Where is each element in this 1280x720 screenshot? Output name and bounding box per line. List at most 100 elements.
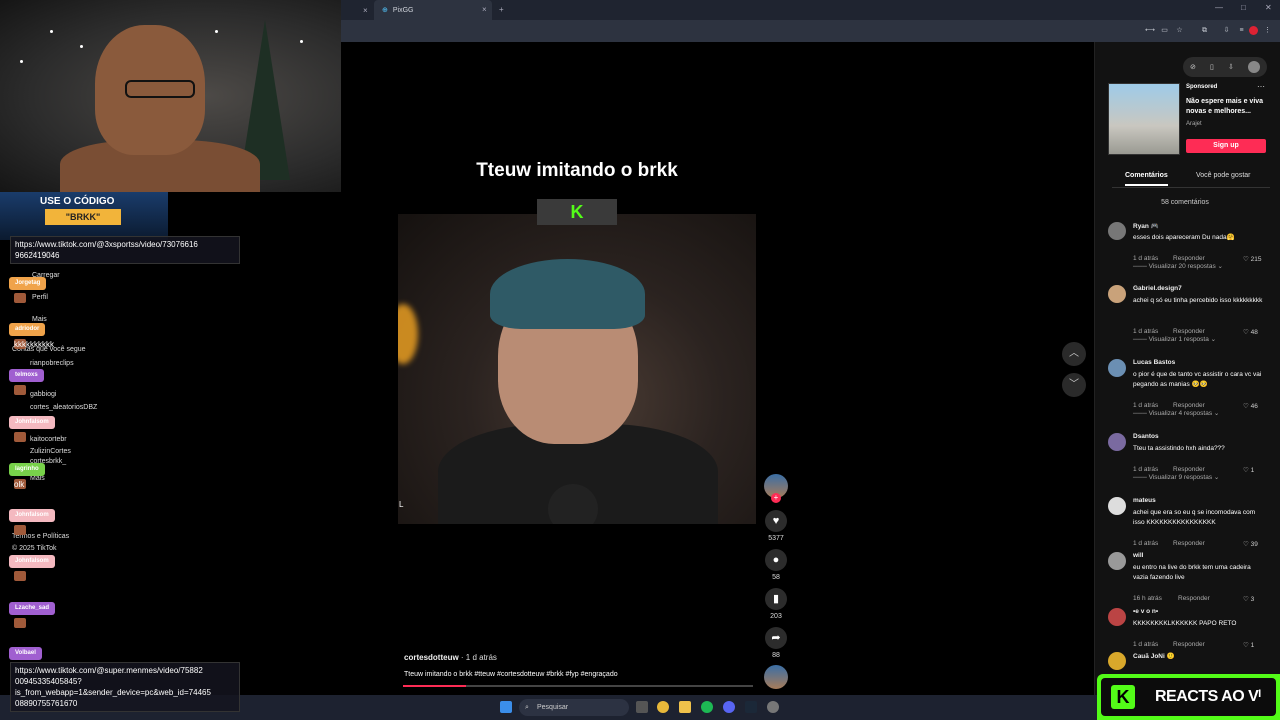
comment-username[interactable]: Lucas Bastos [1133,359,1175,366]
author-username[interactable]: cortesdotteuw [404,653,459,662]
left-menu-item[interactable]: cortes_aleatoriosDBZ [30,404,97,411]
cast-icon[interactable]: ▭ [1160,26,1169,35]
browser-tab-previous[interactable]: × [341,0,371,20]
comment-like[interactable]: ♡ 215 [1243,255,1262,263]
view-replies-button[interactable]: ─── Visualizar 9 respostas ⌄ [1133,473,1219,481]
steam-icon[interactable] [745,701,757,713]
reply-button[interactable]: Responder [1173,402,1205,409]
windows-start-icon[interactable] [500,701,512,713]
chrome-icon[interactable] [657,701,669,713]
ad-more-icon[interactable]: ⋯ [1257,82,1265,91]
music-disc[interactable] [764,665,788,689]
left-menu-item[interactable]: gabbiogi [30,391,56,398]
left-menu-item[interactable]: ZulizinCortes [30,448,71,455]
comment-action[interactable]: ● 58 [764,549,788,581]
task-view-icon[interactable] [636,701,648,713]
avatar[interactable] [1108,285,1126,303]
music-avatar[interactable] [764,665,788,689]
left-menu-item[interactable]: rianpobreclips [30,360,74,367]
next-video-button[interactable]: ﹀ [1062,373,1086,397]
share-arrow-icon[interactable]: ➦ [765,627,787,649]
reply-button[interactable]: Responder [1178,595,1210,602]
spotify-icon[interactable] [701,701,713,713]
follow-plus-icon[interactable]: + [771,493,781,503]
translate-icon[interactable]: ⟷ [1145,26,1155,35]
address-bar[interactable]: ⟷ ▭ ☆ ⧉ ⇩ ≡ ⋮ [341,20,1280,42]
menu-kebab-icon[interactable]: ⋮ [1263,26,1272,35]
left-menu-item[interactable]: Perfil [32,294,48,301]
avatar[interactable] [1108,608,1126,626]
comment-like[interactable]: ♡ 1 [1243,466,1254,474]
creator-avatar[interactable]: + [764,474,788,503]
close-tab-icon[interactable]: × [482,5,487,14]
comment-like[interactable]: ♡ 1 [1243,641,1254,649]
ad-signup-button[interactable]: Sign up [1186,139,1266,153]
maximize-window-icon[interactable]: □ [1241,3,1246,12]
settings-gear-icon[interactable] [767,701,779,713]
reply-button[interactable]: Responder [1173,255,1205,262]
bookmark-icon[interactable]: ▮ [765,588,787,610]
avatar[interactable] [1108,497,1126,515]
browser-tab-pixgg[interactable]: ⊕ PixGG × [374,0,492,20]
comment-like[interactable]: ♡ 46 [1243,402,1258,410]
heart-icon[interactable]: ♥ [765,510,787,532]
comment-username[interactable]: Gabriel.design7 [1133,285,1182,292]
comment-like[interactable]: ♡ 48 [1243,328,1258,336]
reading-list-icon[interactable]: ≡ [1237,26,1246,35]
reply-button[interactable]: Responder [1173,540,1205,547]
video-player[interactable]: L [398,214,756,524]
save-action[interactable]: ▮ 203 [764,588,788,620]
divider-line: ─── [1133,336,1149,343]
ad-image[interactable] [1108,83,1180,155]
comment-username[interactable]: Dsantos [1133,433,1159,440]
discord-icon[interactable] [723,701,735,713]
download-icon[interactable]: ⇩ [1222,26,1231,35]
comment-text: o pior é que de tanto vc assistir o cara… [1133,371,1262,388]
left-menu-item[interactable]: Mais [32,316,47,323]
reply-button[interactable]: Responder [1173,466,1205,473]
minimize-window-icon[interactable]: — [1215,3,1223,12]
comment-username[interactable]: mateus [1133,497,1156,504]
video-progress-bar[interactable] [403,685,753,687]
comment-text: eu entro na live do brkk tem uma cadeira… [1133,564,1251,581]
comment-like[interactable]: ♡ 39 [1243,540,1258,548]
comment-username[interactable]: will [1133,552,1143,559]
avatar[interactable] [1108,359,1126,377]
close-window-icon[interactable]: ✕ [1265,3,1272,12]
comment-like[interactable]: ♡ 3 [1243,595,1254,603]
left-menu-item[interactable]: kaitocortebr [30,436,67,443]
user-avatar-icon[interactable] [1247,61,1260,73]
heart-outline-icon: ♡ [1243,642,1251,649]
reply-button[interactable]: Responder [1173,328,1205,335]
divider-line: ─── [1133,263,1149,270]
comment-username[interactable]: Cauã JoNi 🙂 [1133,652,1175,660]
avatar[interactable] [1108,222,1126,240]
avatar[interactable] [1108,552,1126,570]
previous-video-button[interactable]: ︿ [1062,342,1086,366]
extensions-icon[interactable]: ⧉ [1200,26,1209,35]
compass-icon[interactable]: ⊘ [1190,63,1196,71]
share-action[interactable]: ➦ 88 [764,627,788,659]
comment-username[interactable]: •e v o n• [1133,608,1158,615]
comment-icon[interactable]: ● [765,549,787,571]
tab-you-may-like[interactable]: Você pode gostar [1196,172,1251,179]
phone-icon[interactable]: ▯ [1210,63,1214,71]
file-explorer-icon[interactable] [679,701,691,713]
view-replies-button[interactable]: ─── Visualizar 1 resposta ⌄ [1133,335,1216,343]
profile-avatar-icon[interactable] [1249,26,1258,35]
view-replies-button[interactable]: ─── Visualizar 20 respostas ⌄ [1133,262,1223,270]
new-tab-button[interactable]: + [499,5,504,14]
avatar[interactable] [1108,433,1126,451]
taskbar-search[interactable]: ⌕ Pesquisar [519,699,629,716]
left-menu-item[interactable]: Mais [30,475,45,482]
left-menu-item[interactable]: © 2025 TikTok [12,545,56,552]
download-icon[interactable]: ⇩ [1228,63,1234,71]
comment-username[interactable]: Ryan 🎮 [1133,222,1159,230]
bookmark-star-icon[interactable]: ☆ [1175,26,1184,35]
view-replies-button[interactable]: ─── Visualizar 4 respostas ⌄ [1133,409,1219,417]
avatar[interactable] [1108,652,1126,670]
tab-comments[interactable]: Comentários [1125,172,1168,186]
like-action[interactable]: ♥ 5377 [764,510,788,542]
reply-button[interactable]: Responder [1173,641,1205,648]
close-tab-icon[interactable]: × [363,6,368,15]
